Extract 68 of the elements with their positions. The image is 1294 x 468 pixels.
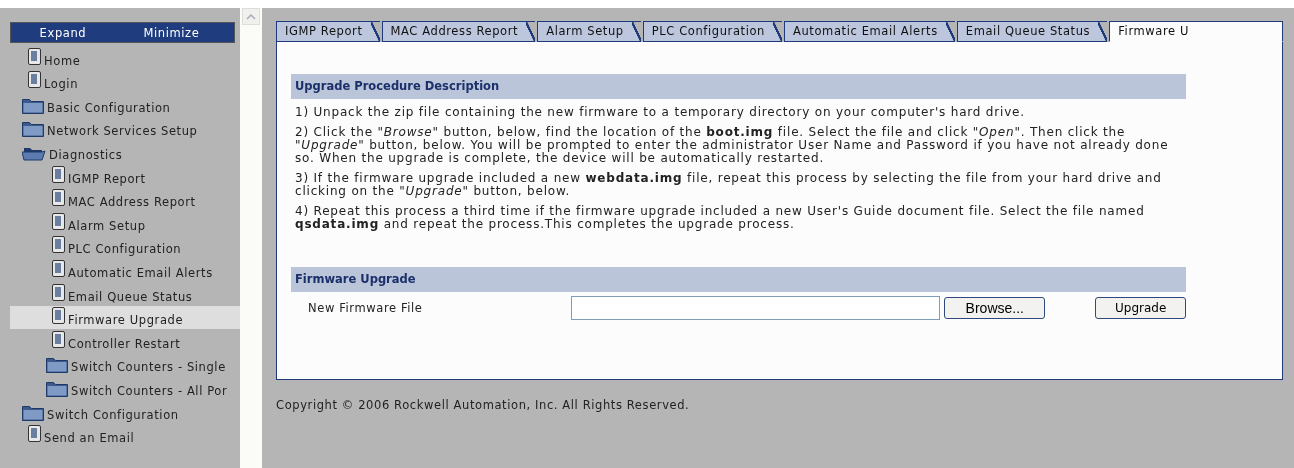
tree-label: Controller Restart <box>68 336 181 351</box>
tree-label: Switch Counters - Single <box>71 360 226 375</box>
browse-button[interactable]: Browse... <box>944 297 1046 319</box>
tree-label: MAC Address Report <box>68 195 196 210</box>
tab[interactable]: PLC Configuration <box>642 21 782 42</box>
tree-label: Send an Email <box>44 431 135 446</box>
document-icon <box>52 283 65 301</box>
document-icon <box>52 259 65 277</box>
tree-label: IGMP Report <box>68 171 146 186</box>
tree-item[interactable]: Firmware Upgrade <box>10 305 240 330</box>
field-label: New Firmware File <box>307 301 424 315</box>
document-icon <box>52 212 65 230</box>
tab[interactable]: IGMP Report <box>276 21 380 42</box>
tree-label: PLC Configuration <box>68 242 182 257</box>
tree-label: Automatic Email Alerts <box>68 265 213 280</box>
tree-item[interactable]: Network Services Setup <box>10 116 240 141</box>
tree-item[interactable]: Automatic Email Alerts <box>10 258 240 282</box>
upgrade-button[interactable]: Upgrade <box>1095 297 1186 319</box>
tree-label: Network Services Setup <box>47 124 198 139</box>
tab[interactable]: Alarm Setup <box>537 21 641 42</box>
tree-item[interactable]: MAC Address Report <box>10 187 240 212</box>
tree-item[interactable]: Switch Configuration <box>10 399 240 424</box>
tree-label: Firmware Upgrade <box>68 313 184 328</box>
tree-item[interactable]: Diagnostics <box>10 140 240 164</box>
instruction-paragraph: 1) Unpack the zip file containing the new firmware to a temporary directory on your computer's hard drive. <box>295 106 1026 119</box>
tree-item[interactable]: Home <box>10 46 240 70</box>
tree-label: Basic Configuration <box>47 100 171 115</box>
scrollbar[interactable] <box>240 8 262 468</box>
tree-item[interactable]: IGMP Report <box>10 163 240 188</box>
tree-label: Alarm Setup <box>68 218 146 233</box>
tree-label: Email Queue Status <box>68 289 193 304</box>
tree-item[interactable]: Login <box>10 69 240 94</box>
tab[interactable]: Automatic Email Alerts <box>784 21 955 42</box>
chevron-up-icon <box>245 12 257 21</box>
document-icon <box>52 165 65 183</box>
tree-label: Login <box>44 77 79 92</box>
tab[interactable]: Email Queue Status <box>956 21 1108 42</box>
tree-label: Switch Counters - All Por <box>71 383 228 398</box>
document-icon <box>52 307 65 325</box>
document-icon <box>28 425 41 443</box>
document-icon <box>52 236 65 254</box>
instruction-paragraph: 4) Repeat this process a third time if the firmware upgrade included a new User's Guide document file. Select the file named qsdata.img and repeat the process.This completes the upgrade process. <box>295 205 1146 231</box>
tree-label: Diagnostics <box>49 147 123 162</box>
expand-link[interactable]: Expand <box>39 25 87 40</box>
tree-item[interactable]: Basic Configuration <box>10 93 240 117</box>
tree-item[interactable]: Send an Email <box>10 423 240 448</box>
instruction-paragraph: 2) Click the "Browse" button, below, find the location of the boot.img file. Select the file and click "Open". Then click the "Upgrade" button, below. You will be prompted to enter the administrator User Name and Password if you have not already done so. When the upgrade is complete, the device will be automatically restarted. <box>295 126 1170 165</box>
tree-item[interactable]: Controller Restart <box>10 329 240 353</box>
minimize-link[interactable]: Minimize <box>143 25 200 40</box>
tree-item[interactable]: Switch Counters - All Por <box>10 376 240 400</box>
document-icon <box>52 330 65 348</box>
document-icon <box>28 71 41 89</box>
tab[interactable]: MAC Address Report <box>381 21 536 42</box>
scroll-up-button[interactable] <box>242 8 260 25</box>
tree-label: Home <box>44 53 81 68</box>
document-icon <box>52 189 65 207</box>
instruction-paragraph: 3) If the firmware upgrade included a new webdata.img file, repeat this process by selecting the file from your hard drive and clicking on the "Upgrade" button, below. <box>295 172 1163 198</box>
copyright-text: Copyright © 2006 Rockwell Automation, Inc. All Rights Reserved. <box>276 398 691 412</box>
tree-item[interactable]: PLC Configuration <box>10 234 240 259</box>
tree-item[interactable]: Switch Counters - Single <box>10 352 240 377</box>
tab[interactable]: Firmware U <box>1109 21 1283 42</box>
section-header: Upgrade Procedure Description <box>291 74 1186 99</box>
file-path-field[interactable] <box>571 296 941 320</box>
tree-item[interactable]: Email Queue Status <box>10 281 240 306</box>
document-icon <box>28 47 41 65</box>
tree-item[interactable]: Alarm Setup <box>10 211 240 235</box>
section-header: Firmware Upgrade <box>291 267 1186 292</box>
tree-label: Switch Configuration <box>47 407 179 422</box>
